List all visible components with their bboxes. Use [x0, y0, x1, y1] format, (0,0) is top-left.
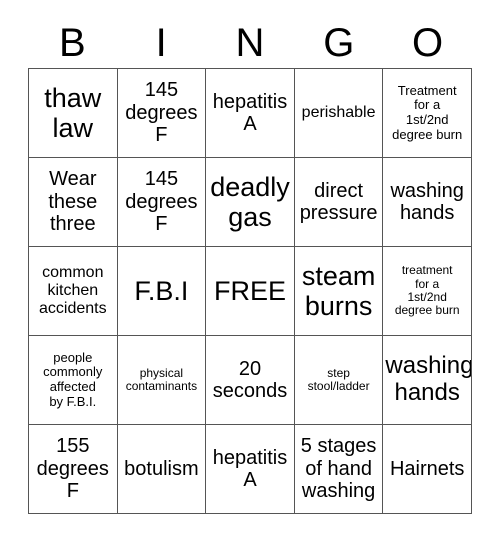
bingo-cell-label: 155 degrees F	[36, 435, 109, 503]
bingo-cell-label: people commonly affected by F.B.I.	[43, 349, 103, 409]
bingo-cell[interactable]: hepatitis A	[206, 69, 295, 158]
bingo-card: B I N G O thaw law 145 degrees F hepatitis A pe…	[0, 0, 500, 544]
bingo-cell[interactable]: Wear these three	[29, 158, 118, 247]
bingo-cell[interactable]: washing hands	[383, 158, 472, 247]
bingo-header-letter-g: G	[323, 20, 355, 65]
bingo-cell-label: common kitchen accidents	[39, 264, 107, 317]
bingo-cell-label: 20 seconds	[212, 357, 288, 402]
bingo-cell-label: washing hands	[385, 352, 472, 406]
bingo-cell-label: washing hands	[390, 179, 464, 224]
bingo-cell[interactable]: common kitchen accidents	[29, 247, 118, 336]
bingo-cell[interactable]: F.B.I	[117, 247, 207, 336]
bingo-cell[interactable]: 155 degrees F	[29, 425, 118, 514]
bingo-cell[interactable]: 5 stages of hand washing	[294, 425, 384, 514]
bingo-cell-label: physical contaminants	[125, 365, 198, 393]
bingo-free-space[interactable]: FREE	[206, 247, 295, 336]
bingo-cell[interactable]: people commonly affected by F.B.I.	[29, 336, 118, 425]
bingo-cell-label: step stool/ladder	[307, 365, 370, 393]
bingo-cell-label: botulism	[124, 457, 199, 480]
bingo-cell-label: 5 stages of hand washing	[300, 435, 377, 503]
bingo-cell-label: deadly gas	[210, 171, 290, 232]
bingo-header-letter-n: N	[235, 20, 265, 65]
bingo-cell-label: FREE	[213, 275, 286, 306]
bingo-cell[interactable]: physical contaminants	[117, 336, 207, 425]
bingo-cell-label: Hairnets	[389, 457, 465, 480]
bingo-cell-label: treatment for a 1st/2nd degree burn	[394, 263, 460, 318]
bingo-cell[interactable]: thaw law	[29, 69, 118, 158]
bingo-cell[interactable]: 20 seconds	[206, 336, 295, 425]
bingo-cell-label: Wear these three	[48, 168, 98, 236]
bingo-cell-label: hepatitis A	[212, 90, 288, 135]
bingo-header-letter-o: O	[412, 20, 444, 65]
bingo-cell-label: hepatitis A	[212, 446, 288, 491]
bingo-cell[interactable]: step stool/ladder	[294, 336, 384, 425]
bingo-cell-label: direct pressure	[299, 179, 378, 224]
bingo-cell[interactable]: perishable	[294, 69, 384, 158]
bingo-cell[interactable]: deadly gas	[206, 158, 295, 247]
bingo-cell-label: perishable	[301, 104, 376, 122]
bingo-cell-label: 145 degrees F	[125, 168, 198, 236]
bingo-cell[interactable]: treatment for a 1st/2nd degree burn	[383, 247, 472, 336]
bingo-cell[interactable]: 145 degrees F	[117, 158, 207, 247]
bingo-header-letter-b: B	[59, 20, 86, 65]
bingo-cell[interactable]: direct pressure	[294, 158, 384, 247]
bingo-cell[interactable]: 145 degrees F	[117, 69, 207, 158]
bingo-cell-label: F.B.I	[134, 275, 189, 306]
bingo-cell[interactable]: hepatitis A	[206, 425, 295, 514]
bingo-cell[interactable]: Treatment for a 1st/2nd degree burn	[383, 69, 472, 158]
bingo-cell[interactable]: Hairnets	[383, 425, 472, 514]
bingo-cell[interactable]: steam burns	[294, 247, 384, 336]
bingo-cell[interactable]: washing hands	[383, 336, 472, 425]
bingo-cell-label: 145 degrees F	[125, 79, 198, 147]
bingo-header-letter-i: I	[155, 20, 167, 65]
bingo-cell-label: thaw law	[44, 82, 102, 143]
bingo-cell-label: steam burns	[301, 260, 376, 321]
bingo-cell-label: Treatment for a 1st/2nd degree burn	[392, 82, 463, 142]
bingo-header: BINGO	[28, 17, 472, 68]
bingo-grid: thaw law 145 degrees F hepatitis A perishab…	[28, 68, 472, 514]
bingo-cell[interactable]: botulism	[117, 425, 207, 514]
